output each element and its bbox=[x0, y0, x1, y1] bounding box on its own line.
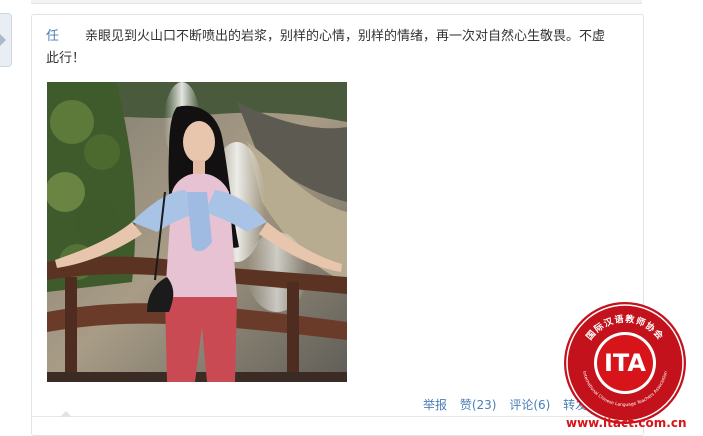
like-link[interactable]: 赞(23) bbox=[460, 398, 497, 412]
collapse-arrow-icon bbox=[0, 34, 6, 46]
side-tab-handle[interactable] bbox=[0, 13, 12, 67]
post-author[interactable]: 任 bbox=[46, 29, 59, 44]
comment-pointer-icon bbox=[60, 411, 72, 417]
post-photo[interactable] bbox=[47, 82, 347, 382]
svg-text:ITA: ITA bbox=[604, 349, 646, 377]
card-divider bbox=[31, 416, 642, 417]
post-content: 任亲眼见到火山口不断喷出的岩浆，别样的心情，别样的情绪，再一次对自然心生敬畏。不… bbox=[46, 26, 616, 70]
ita-watermark-logo: ITA 国际汉语教师协会 International Chinese Langu… bbox=[562, 300, 688, 426]
watermark-url: www.itact.com.cn bbox=[566, 416, 687, 430]
comment-link[interactable]: 评论(6) bbox=[509, 398, 550, 412]
post-body: 亲眼见到火山口不断喷出的岩浆，别样的心情，别样的情绪，再一次对自然心生敬畏。不虚… bbox=[46, 29, 606, 66]
report-link[interactable]: 举报 bbox=[423, 398, 447, 412]
previous-card-edge bbox=[31, 0, 642, 4]
